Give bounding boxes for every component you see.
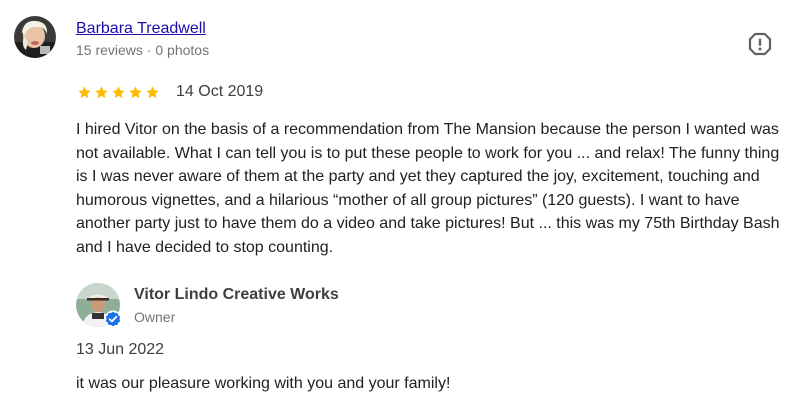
review-card: Barbara Treadwell 15 reviews · 0 photos … xyxy=(0,0,800,407)
review-text: I hired Vitor on the basis of a recommen… xyxy=(76,121,780,256)
reviewer-photo xyxy=(14,16,56,58)
owner-name: Vitor Lindo Creative Works xyxy=(134,286,339,303)
star-icon xyxy=(112,85,125,98)
reply-text: it was our pleasure working with you and… xyxy=(76,375,451,392)
reviewer-name-link[interactable]: Barbara Treadwell xyxy=(76,20,206,38)
star-icon xyxy=(95,85,108,98)
report-review-button[interactable] xyxy=(746,30,774,58)
reply-date: 13 Jun 2022 xyxy=(76,341,165,358)
verified-badge-icon xyxy=(104,310,122,328)
star-icon xyxy=(129,85,142,98)
star-icon xyxy=(146,85,159,98)
reviewer-stats: 15 reviews · 0 photos xyxy=(76,42,210,58)
star-icon xyxy=(78,85,91,98)
report-review-icon xyxy=(748,32,772,56)
star-rating xyxy=(77,85,160,100)
owner-avatar[interactable] xyxy=(76,283,122,328)
owner-role-label: Owner xyxy=(134,309,176,325)
rating-row: 14 Oct 2019 xyxy=(77,82,263,102)
reviewer-avatar[interactable] xyxy=(14,16,56,58)
review-date: 14 Oct 2019 xyxy=(176,83,264,100)
